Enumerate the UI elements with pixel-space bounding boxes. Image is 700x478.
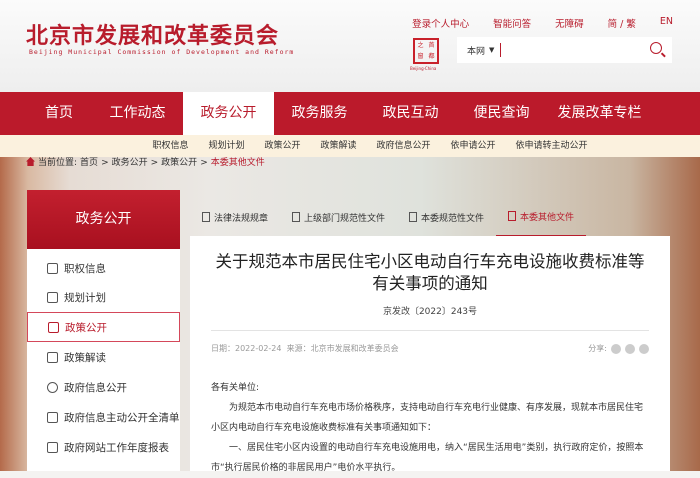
category-tabs: 法律法规规章 上级部门规范性文件 本委规范性文件 本委其他文件 (190, 197, 670, 237)
nav-work-news[interactable]: 工作动态 (92, 92, 183, 135)
nav-gov-affairs-open[interactable]: 政务公开 (183, 92, 274, 135)
chevron-down-icon[interactable]: ▼ (489, 46, 494, 54)
search-scope-select[interactable]: 本网 (467, 44, 485, 57)
person-icon (47, 262, 58, 274)
seal-char: 都 (428, 53, 435, 60)
sidebar-item-policy-interpretation[interactable]: 政策解读 (27, 342, 180, 372)
document-icon (292, 212, 301, 222)
tab-label: 上级部门规范性文件 (304, 213, 386, 224)
sidebar-item-info-list[interactable]: 政府信息主动公开全清单 (27, 402, 180, 432)
article-date: 日期：2022-02-24 (211, 344, 282, 353)
sidebar-item-label: 职权信息 (64, 262, 106, 275)
tab-superior-docs[interactable]: 上级部门规范性文件 (280, 197, 397, 237)
sidebar-item-policy-open[interactable]: 政策公开 (27, 312, 180, 342)
article-title: 关于规范本市居民住宅小区电动自行车充电设施收费标准等有关事项的通知 (215, 252, 645, 293)
wechat-share-icon[interactable] (611, 343, 621, 354)
top-links: 登录个人中心 智能问答 无障碍 简 / 繁 EN (412, 16, 673, 30)
tab-commission-other[interactable]: 本委其他文件 (496, 197, 587, 237)
nav-home[interactable]: 首页 (26, 92, 92, 135)
sidebar-item-gov-info[interactable]: 政府信息公开 (27, 372, 180, 402)
breadcrumb-sep: > (150, 158, 159, 168)
site-logo-en: Beijing Municipal Commission of Developm… (29, 48, 295, 56)
login-link[interactable]: 登录个人中心 (412, 16, 469, 30)
sidebar-item-planning[interactable]: 规划计划 (27, 282, 180, 312)
sidebar-item-annual-report[interactable]: 政府网站工作年度报表 (27, 432, 180, 462)
article-source: 来源：北京市发展和改革委员会 (286, 344, 399, 353)
paragraph: 为规范本市电动自行车充电市场价格秩序，支持电动自行车充电行业健康、有序发展，现就… (211, 403, 644, 433)
gavel-icon (202, 212, 210, 222)
reader-icon (47, 351, 58, 363)
accessibility-link[interactable]: 无障碍 (555, 16, 584, 30)
breadcrumb-policy[interactable]: 政策公开 (161, 157, 197, 169)
seal-char: 首 (428, 42, 435, 49)
breadcrumb-gov-open[interactable]: 政务公开 (112, 157, 148, 169)
main-nav: 首页 工作动态 政务公开 政务服务 政民互动 便民查询 发展改革专栏 (0, 92, 700, 135)
seal-caption: Beijing·China (410, 66, 437, 71)
document-icon (508, 211, 517, 221)
breadcrumb-sep: > (101, 158, 109, 168)
subnav-item[interactable]: 政策公开 (264, 135, 300, 157)
sidebar-item-label: 政府信息主动公开全清单 (64, 411, 180, 424)
header: 北京市发展和改革委员会 Beijing Municipal Commission… (0, 0, 700, 92)
language-toggle[interactable]: 简 / 繁 (608, 16, 636, 30)
search-bar: 本网 ▼ (457, 37, 672, 63)
breadcrumb-sep: > (200, 158, 208, 168)
share-label: 分享: (588, 344, 607, 353)
qa-link[interactable]: 智能问答 (493, 16, 531, 30)
subnav-item[interactable]: 政策解读 (320, 135, 356, 157)
sidebar-item-label: 规划计划 (64, 291, 106, 304)
document-icon (47, 411, 58, 423)
report-icon (47, 441, 58, 453)
paragraph: 一、居民住宅小区内设置的电动自行车充电设施用电，纳入“居民生活用电”类别，执行政… (211, 443, 644, 473)
capital-window-seal[interactable]: 之首窗都 (413, 38, 439, 64)
article-panel: 关于规范本市居民住宅小区电动自行车充电设施收费标准等有关事项的通知 京发改〔20… (190, 236, 670, 473)
subnav-item[interactable]: 政府信息公开 (377, 135, 431, 157)
article-meta: 日期：2022-02-24 来源：北京市发展和改革委员会 分享: (211, 343, 649, 354)
sidebar-item-label: 政策解读 (64, 351, 106, 364)
site-logo[interactable]: 北京市发展和改革委员会 (26, 18, 279, 50)
sidebar-item-authority[interactable]: 职权信息 (27, 254, 180, 282)
subnav-item[interactable]: 依申请公开 (451, 135, 496, 157)
tab-commission-normative[interactable]: 本委规范性文件 (397, 197, 496, 237)
subnav-item[interactable]: 规划计划 (208, 135, 244, 157)
search-input[interactable] (500, 43, 502, 57)
nav-gov-services[interactable]: 政务服务 (274, 92, 365, 135)
article-body: 各有关单位: 为规范本市电动自行车充电市场价格秩序，支持电动自行车充电行业健康、… (211, 378, 649, 478)
sidebar-item-label: 政策公开 (65, 321, 107, 334)
nav-interaction[interactable]: 政民互动 (365, 92, 456, 135)
tab-laws[interactable]: 法律法规规章 (190, 197, 280, 237)
breadcrumb-home[interactable]: 首页 (80, 157, 98, 169)
breadcrumb-label: 当前位置: (38, 158, 78, 168)
subnav-item[interactable]: 职权信息 (152, 135, 188, 157)
compass-icon (47, 381, 58, 393)
sidebar-title: 政务公开 (27, 190, 180, 249)
edit-icon (47, 291, 58, 303)
search-icon[interactable] (650, 42, 662, 54)
sidebar: 政务公开 职权信息 规划计划 政策公开 政策解读 政府信息公开 政府信息主动公开… (27, 190, 180, 471)
divider (211, 330, 649, 331)
sidebar-item-label: 政府网站工作年度报表 (64, 441, 169, 454)
subnav-item[interactable]: 依申请转主动公开 (516, 135, 588, 157)
salutation: 各有关单位: (211, 383, 260, 393)
nav-reform-column[interactable]: 发展改革专栏 (547, 92, 652, 135)
document-icon (409, 212, 418, 222)
seal-char: 之 (417, 42, 424, 49)
seal-char: 窗 (417, 53, 424, 60)
tab-label: 本委规范性文件 (421, 213, 485, 224)
tab-label: 法律法规规章 (214, 213, 269, 224)
sub-nav: 职权信息 规划计划 政策公开 政策解读 政府信息公开 依申请公开 依申请转主动公… (0, 135, 700, 157)
document-number: 京发改〔2022〕243号 (382, 307, 478, 317)
nav-queries[interactable]: 便民查询 (456, 92, 547, 135)
layers-icon (48, 321, 59, 333)
breadcrumb-current[interactable]: 本委其他文件 (211, 157, 265, 169)
home-icon (26, 157, 35, 166)
breadcrumb: 当前位置: 首页 > 政务公开 > 政策公开 > 本委其他文件 (26, 157, 265, 169)
tab-label: 本委其他文件 (520, 212, 575, 223)
sidebar-item-label: 政府信息公开 (64, 381, 127, 394)
qzone-share-icon[interactable] (639, 343, 649, 354)
share-bar: 分享: (588, 343, 649, 354)
english-link[interactable]: EN (660, 16, 673, 30)
weibo-share-icon[interactable] (625, 343, 635, 354)
